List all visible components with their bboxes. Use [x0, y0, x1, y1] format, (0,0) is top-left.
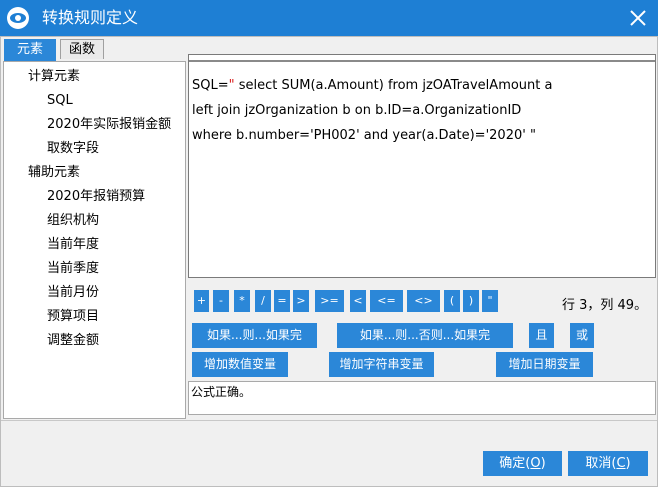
op-greater-button[interactable]: >	[293, 290, 309, 312]
tree-item-organization[interactable]: 组织机构	[47, 212, 99, 230]
title-bar: 转换规则定义	[0, 0, 658, 36]
element-tree[interactable]: 计算元素 SQL 2020年实际报销金额 取数字段 辅助元素 2020年报销预算…	[3, 61, 186, 419]
tree-item-current-month[interactable]: 当前月份	[47, 284, 99, 302]
footer-divider	[1, 420, 657, 421]
if-then-else-button[interactable]: 如果...则...否则...如果完	[337, 323, 513, 348]
op-not-equal-button[interactable]: <>	[407, 290, 440, 312]
op-greater-equal-button[interactable]: >=	[315, 290, 344, 312]
formula-editor[interactable]: SQL=" select SUM(a.Amount) from jzOATrav…	[188, 54, 656, 278]
tree-item-adjust-amount[interactable]: 调整金额	[47, 332, 99, 350]
op-divide-button[interactable]: /	[255, 290, 271, 312]
tree-item-current-year[interactable]: 当前年度	[47, 236, 99, 254]
tab-elements[interactable]: 元素	[4, 39, 56, 61]
tree-item-sql[interactable]: SQL	[47, 92, 73, 110]
op-right-paren-button[interactable]: )	[463, 290, 479, 312]
tree-group-calc[interactable]: 计算元素	[28, 68, 80, 86]
editor-line-3: where b.number='PH002' and year(a.Date)=…	[192, 128, 536, 143]
tree-item-fetch-field[interactable]: 取数字段	[47, 140, 99, 158]
dialog-body: 元素 函数 计算元素 SQL 2020年实际报销金额 取数字段 辅助元素 202…	[0, 36, 658, 487]
validation-result-text: 公式正确。	[191, 385, 252, 399]
op-minus-button[interactable]: -	[213, 290, 229, 312]
or-button[interactable]: 或	[570, 323, 594, 348]
ok-button[interactable]: 确定(O)	[483, 451, 562, 476]
op-multiply-button[interactable]: *	[234, 290, 250, 312]
if-then-button[interactable]: 如果...则...如果完	[192, 323, 317, 348]
op-less-button[interactable]: <	[350, 290, 366, 312]
op-equal-button[interactable]: =	[274, 290, 290, 312]
op-less-equal-button[interactable]: <=	[370, 290, 403, 312]
add-date-variable-button[interactable]: 增加日期变量	[496, 352, 593, 377]
tree-group-aux[interactable]: 辅助元素	[28, 164, 80, 182]
editor-line-1: SQL=" select SUM(a.Amount) from jzOATrav…	[192, 78, 553, 93]
tree-item-budget[interactable]: 2020年报销预算	[47, 188, 145, 206]
add-number-variable-button[interactable]: 增加数值变量	[192, 352, 288, 377]
add-string-variable-button[interactable]: 增加字符串变量	[329, 352, 434, 377]
tab-functions[interactable]: 函数	[60, 39, 104, 59]
editor-line-2: left join jzOrganization b on b.ID=a.Org…	[192, 103, 522, 118]
and-button[interactable]: 且	[529, 323, 554, 348]
app-logo-icon	[7, 7, 29, 29]
tree-item-actual-amount[interactable]: 2020年实际报销金额	[47, 116, 171, 134]
op-left-paren-button[interactable]: (	[444, 290, 460, 312]
editor-top-border	[189, 55, 655, 62]
cursor-position-label: 行 3，列 49。	[562, 298, 648, 313]
cancel-button[interactable]: 取消(C)	[568, 451, 648, 476]
tree-item-current-quarter[interactable]: 当前季度	[47, 260, 99, 278]
op-quote-button[interactable]: "	[482, 290, 498, 312]
op-plus-button[interactable]: +	[194, 290, 209, 312]
validation-result-box: 公式正确。	[188, 381, 656, 415]
close-icon[interactable]	[626, 6, 650, 30]
tree-item-budget-project[interactable]: 预算项目	[47, 308, 99, 326]
window-title: 转换规则定义	[42, 8, 139, 27]
